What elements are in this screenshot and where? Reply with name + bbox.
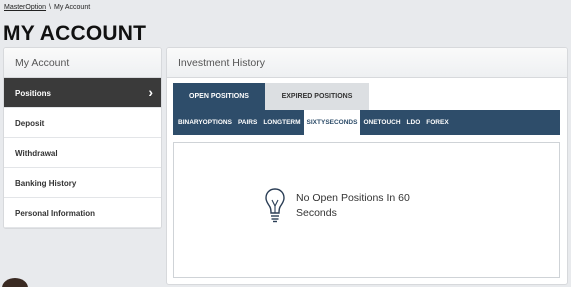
tab-expired-positions[interactable]: EXPIRED POSITIONS [265, 83, 369, 110]
breadcrumb-current: My Account [53, 4, 91, 11]
lightbulb-icon [265, 188, 285, 223]
sidebar-item-deposit[interactable]: Deposit [4, 108, 161, 138]
sidebar-item-withdrawal[interactable]: Withdrawal [4, 138, 161, 168]
investment-history-panel: Investment History OPEN POSITIONS EXPIRE… [166, 47, 568, 285]
avatar [2, 278, 28, 287]
subtab-longterm[interactable]: LONGTERM [260, 114, 303, 132]
empty-message: No Open Positions In 60 Seconds [296, 192, 410, 219]
subtab-pairs[interactable]: PAIRS [235, 114, 260, 132]
subtab-forex[interactable]: FOREX [423, 114, 451, 132]
panel-header: Investment History [167, 48, 567, 78]
sidebar-header: My Account [4, 48, 161, 78]
subtab-ldo[interactable]: LDO [404, 114, 424, 132]
sidebar-item-label: Deposit [15, 119, 45, 128]
positions-content: No Open Positions In 60 Seconds [173, 142, 560, 278]
sidebar: My Account Positions › Deposit Withdrawa… [3, 47, 162, 229]
subtab-binaryoptions[interactable]: BINARYOPTIONS [175, 114, 235, 132]
sidebar-item-banking-history[interactable]: Banking History [4, 168, 161, 198]
breadcrumb: MasterOption \ My Account [4, 4, 90, 11]
subtab-sixtyseconds[interactable]: SIXTYSECONDS [303, 110, 361, 135]
breadcrumb-separator: \ [49, 4, 51, 11]
position-tabs: OPEN POSITIONS EXPIRED POSITIONS [173, 83, 369, 110]
option-type-tabs: BINARYOPTIONS PAIRS LONGTERM SIXTYSECOND… [173, 110, 560, 135]
empty-state: No Open Positions In 60 Seconds [264, 187, 426, 225]
sidebar-item-positions[interactable]: Positions › [4, 78, 161, 108]
sidebar-item-label: Banking History [15, 179, 77, 188]
sidebar-item-label: Personal Information [15, 209, 96, 218]
breadcrumb-home-link[interactable]: MasterOption [4, 4, 46, 11]
sidebar-item-label: Positions [15, 89, 52, 98]
page-title: MY ACCOUNT [3, 22, 147, 45]
subtab-onetouch[interactable]: ONETOUCH [360, 114, 403, 132]
sidebar-item-personal-information[interactable]: Personal Information [4, 198, 161, 228]
tab-open-positions[interactable]: OPEN POSITIONS [173, 83, 265, 110]
sidebar-item-label: Withdrawal [15, 149, 58, 158]
chevron-right-icon: › [148, 84, 153, 100]
